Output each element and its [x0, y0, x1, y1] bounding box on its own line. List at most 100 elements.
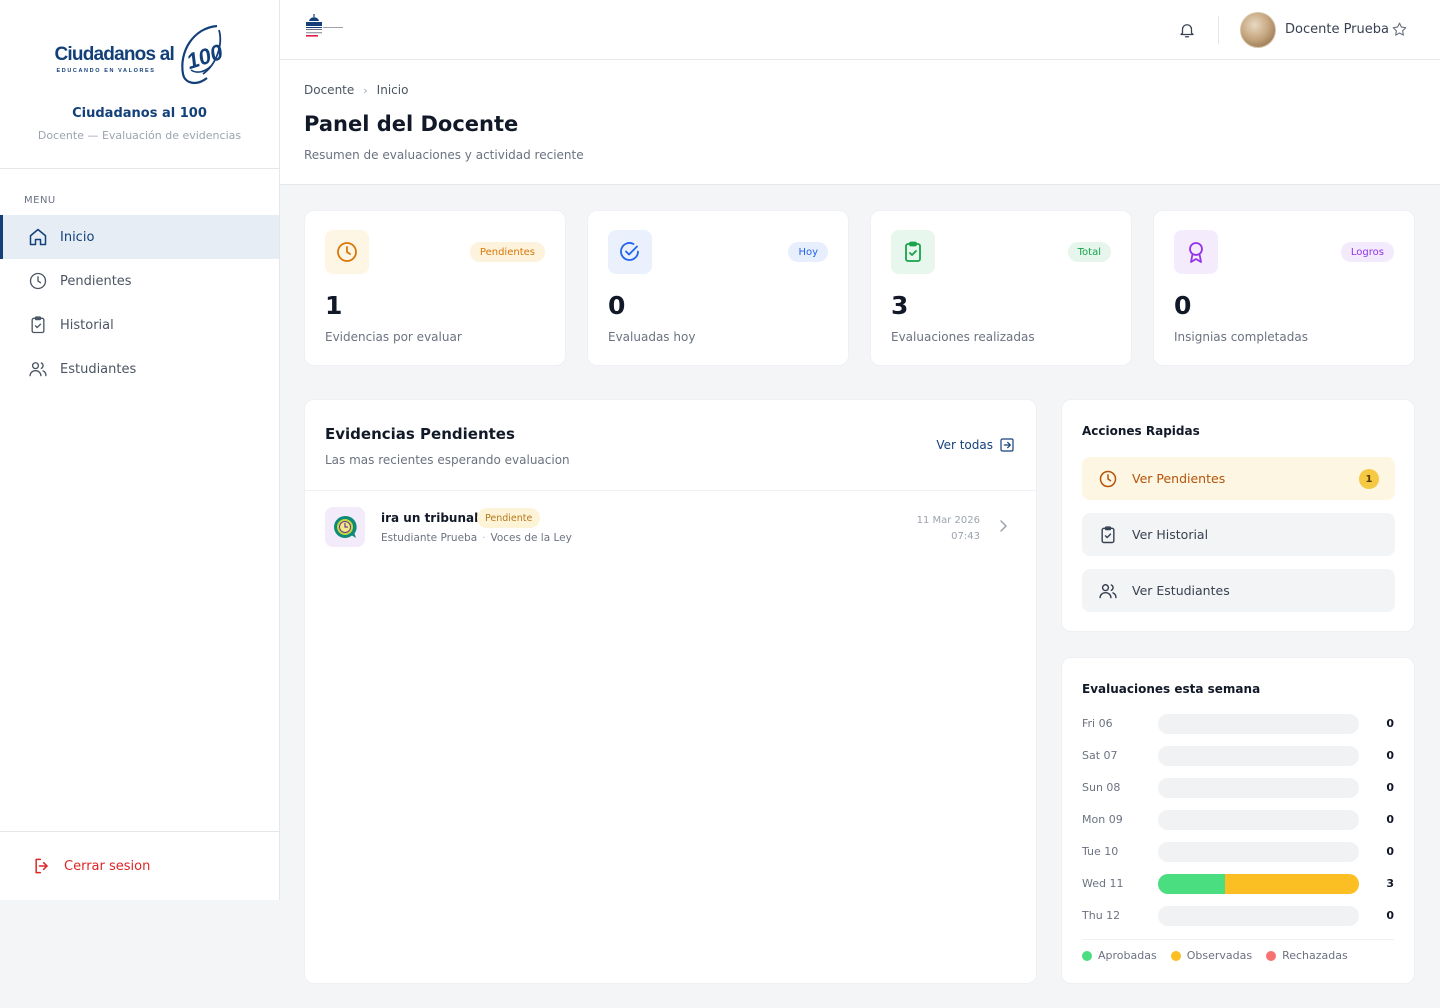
weekly-day-label: Tue 10: [1082, 845, 1119, 858]
star-icon[interactable]: [1391, 21, 1408, 38]
see-all-label: Ver todas: [936, 438, 993, 452]
legend-label: Aprobadas: [1098, 949, 1157, 962]
weekly-day-label: Sun 08: [1082, 781, 1121, 794]
sidebar-item-estudiantes[interactable]: Estudiantes: [0, 347, 279, 391]
legend-label: Rechazadas: [1282, 949, 1348, 962]
weekly-day-label: Mon 09: [1082, 813, 1123, 826]
menu-title: MENU: [24, 195, 56, 206]
stat-value: 0: [608, 291, 626, 320]
legend-swatch: [1266, 950, 1277, 961]
panel-title: Evidencias Pendientes: [325, 425, 515, 443]
weekly-day-total: 0: [1386, 781, 1394, 794]
see-all-link[interactable]: Ver todas: [936, 437, 1015, 453]
weekly-bar-observed: [1224, 874, 1359, 894]
weekly-day-label: Wed 11: [1082, 877, 1124, 890]
evidence-date: 11 Mar 2026: [916, 515, 980, 526]
weekly-bar-track: [1158, 874, 1359, 894]
legend-item-approved: Aprobadas: [1082, 949, 1157, 962]
sidebar-item-label: Historial: [60, 317, 114, 333]
weekly-day-total: 0: [1386, 909, 1394, 922]
evidence-datetime: 11 Mar 2026 07:43: [917, 513, 980, 545]
stat-label: Evidencias por evaluar: [325, 330, 462, 344]
clipboard-check-icon: [905, 241, 921, 262]
clock-icon: [29, 272, 47, 290]
view-history-button[interactable]: Ver Historial: [1082, 513, 1395, 556]
weekly-day-label: Sat 07: [1082, 749, 1118, 762]
sidebar-item-label: Inicio: [60, 229, 95, 245]
chevron-right-icon: [1000, 520, 1007, 532]
evidence-activity: Voces de la Ley: [490, 532, 572, 544]
quick-actions-panel: Acciones Rapidas Ver Pendientes 1 Ver Hi…: [1061, 399, 1415, 632]
sidebar-menu: Inicio Pendientes Historial Estudiantes: [0, 215, 279, 391]
quick-actions-title: Acciones Rapidas: [1082, 424, 1200, 438]
stat-icon-box: [891, 230, 935, 274]
speech-clock-icon: [334, 515, 357, 538]
stat-icon-box: [1174, 230, 1218, 274]
weekly-bar-track: [1158, 906, 1359, 926]
evidence-time: 07:43: [951, 531, 980, 542]
view-students-button[interactable]: Ver Estudiantes: [1082, 569, 1395, 612]
weekly-row: Fri 06 0: [1082, 714, 1394, 734]
weekly-bar-track: [1158, 746, 1359, 766]
clock-icon: [337, 242, 357, 262]
breadcrumb: Docente › Inicio: [304, 83, 408, 97]
logout-icon: [35, 858, 48, 874]
stat-card-hoy: Hoy 0 Evaluadas hoy: [587, 210, 849, 366]
weekly-row: Wed 11 3: [1082, 874, 1394, 894]
stat-label: Evaluadas hoy: [608, 330, 696, 344]
weekly-row: Thu 12 0: [1082, 906, 1394, 926]
pending-count-badge: 1: [1359, 469, 1379, 489]
sidebar-item-pendientes[interactable]: Pendientes: [0, 259, 279, 303]
weekly-day-total: 0: [1386, 717, 1394, 730]
weekly-bar-track: [1158, 778, 1359, 798]
weekly-bar-track: [1158, 714, 1359, 734]
weekly-day-total: 0: [1386, 813, 1394, 826]
weekly-row: Sun 08 0: [1082, 778, 1394, 798]
logout-button[interactable]: Cerrar sesion: [0, 831, 279, 900]
weekly-bar-track: [1158, 810, 1359, 830]
pending-evidence-panel: Evidencias Pendientes Las mas recientes …: [304, 399, 1037, 984]
weekly-row: Sat 07 0: [1082, 746, 1394, 766]
brand-subtitle: Docente — Evaluación de evidencias: [37, 129, 242, 142]
brand: Ciudadanos al EDUCANDO EN VALORES 100 Ci…: [0, 0, 279, 169]
stat-badge: Pendientes: [469, 242, 545, 262]
home-icon: [29, 228, 47, 246]
status-badge: Pendiente: [477, 508, 541, 528]
sidebar-item-historial[interactable]: Historial: [0, 303, 279, 347]
topbar: Docente Prueba: [280, 0, 1440, 60]
stat-label: Insignias completadas: [1174, 330, 1308, 344]
clipboard-check-icon: [31, 316, 45, 334]
sidebar-item-label: Estudiantes: [60, 361, 137, 377]
users-icon: [1099, 583, 1117, 598]
check-circle-icon: [620, 242, 639, 261]
page-subtitle: Resumen de evaluaciones y actividad reci…: [304, 148, 584, 162]
evidence-title: ira un tribunal: [381, 511, 479, 525]
breadcrumb-docente[interactable]: Docente: [304, 83, 354, 97]
user-name[interactable]: Docente Prueba: [1285, 22, 1389, 37]
weekly-bar-track: [1158, 842, 1359, 862]
weekly-row: Tue 10 0: [1082, 842, 1394, 862]
brand-logo[interactable]: Ciudadanos al EDUCANDO EN VALORES 100: [55, 24, 225, 90]
brand-name: Ciudadanos al 100: [72, 106, 207, 121]
legend-item-observed: Observadas: [1170, 949, 1252, 962]
user-avatar[interactable]: [1240, 12, 1276, 48]
stat-card-logros: Logros 0 Insignias completadas: [1153, 210, 1415, 366]
weekly-title: Evaluaciones esta semana: [1082, 682, 1261, 696]
clipboard-check-icon: [1101, 525, 1115, 543]
stat-value: 1: [325, 291, 343, 320]
view-history-label: Ver Historial: [1132, 527, 1209, 542]
meta-separator: ·: [482, 532, 486, 544]
logout-label: Cerrar sesion: [64, 858, 151, 874]
view-pending-button[interactable]: Ver Pendientes 1: [1082, 457, 1395, 500]
stat-card-total: Total 3 Evaluaciones realizadas: [870, 210, 1132, 366]
weekly-row: Mon 09 0: [1082, 810, 1394, 830]
stat-badge: Hoy: [788, 242, 828, 262]
sidebar-item-inicio[interactable]: Inicio: [0, 215, 279, 259]
weekly-day-total: 0: [1386, 845, 1394, 858]
panel-subtitle: Las mas recientes esperando evaluacion: [325, 453, 570, 467]
users-icon: [29, 362, 47, 377]
arrow-right-box-icon: [1000, 438, 1014, 452]
evidence-list-item[interactable]: ira un tribunal Pendiente Estudiante Pru…: [305, 492, 1036, 560]
logo-wordmark: Ciudadanos al: [54, 44, 175, 65]
notifications-bell-icon[interactable]: [1178, 20, 1196, 40]
